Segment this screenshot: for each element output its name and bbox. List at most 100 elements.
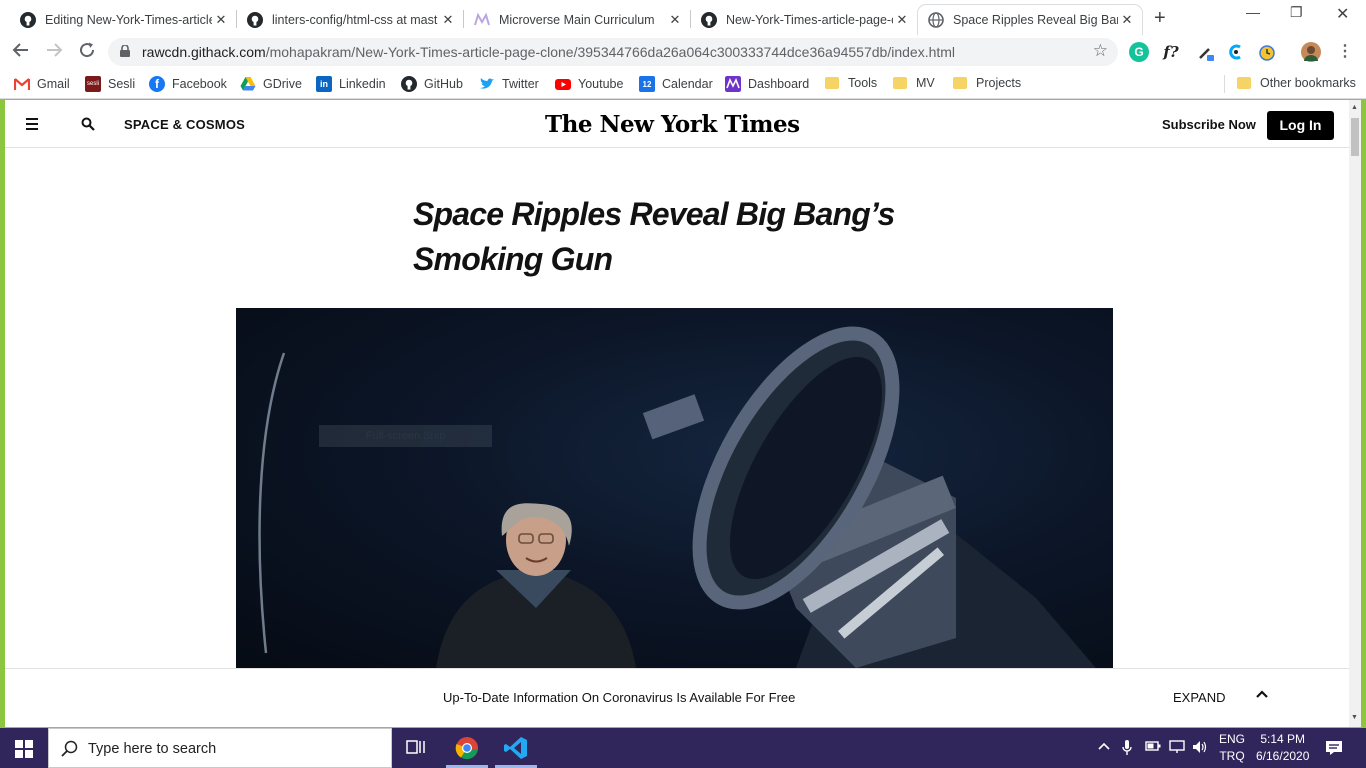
browser-tab[interactable]: Microverse Main Curriculum ✕ [464,5,690,35]
restore-button[interactable]: ❐ [1290,4,1303,21]
browser-tab-active[interactable]: Space Ripples Reveal Big Bang ✕ [918,5,1142,35]
bookmark-label: Other bookmarks [1260,76,1356,90]
hero-image: Full-screen Snip [236,308,1113,668]
bookmark-facebook[interactable]: f Facebook [149,76,227,92]
github-icon [401,76,417,92]
bookmark-calendar[interactable]: 12 Calendar [639,76,713,92]
globe-icon [928,12,944,28]
bookmark-github[interactable]: GitHub [401,76,463,92]
github-icon [701,12,717,28]
lock-icon [120,45,130,57]
scrollbar-thumb[interactable] [1351,118,1359,156]
browser-tab[interactable]: Editing New-York-Times-article ✕ [10,5,236,35]
taskbar-search-box[interactable]: Type here to search [48,728,392,768]
new-tab-button[interactable]: + [1154,7,1166,30]
notifications-icon[interactable] [1325,740,1343,756]
browser-tab[interactable]: New-York-Times-article-page-c ✕ [691,5,917,35]
system-clock[interactable]: 5:14 PM 6/16/2020 [1256,731,1309,765]
forward-button[interactable] [45,41,63,64]
alarm-clock-icon[interactable] [1257,42,1277,62]
folder-icon [893,77,907,89]
vscode-icon[interactable] [504,736,528,760]
page-viewport: SPACE & COSMOS The New York Times Subscr… [5,100,1349,727]
bookmarks-divider [1224,75,1225,93]
search-icon[interactable] [81,117,95,131]
bookmark-label: Linkedin [339,77,386,91]
youtube-icon [555,79,571,90]
other-bookmarks[interactable]: Other bookmarks [1237,76,1356,90]
bookmark-sesli[interactable]: sesli Sesli [85,76,135,92]
network-icon[interactable] [1169,740,1185,757]
bookmark-folder-projects[interactable]: Projects [953,76,1021,90]
scroll-down-arrow-icon[interactable]: ▼ [1351,714,1358,721]
profile-avatar[interactable] [1301,42,1321,62]
expand-button[interactable]: EXPAND [1173,690,1226,705]
bookmark-label: GitHub [424,77,463,91]
address-bar[interactable]: rawcdn.githack.com/mohapakram/New-York-T… [108,38,1118,66]
sesli-icon: sesli [85,76,101,92]
section-link[interactable]: SPACE & COSMOS [124,117,245,132]
close-icon[interactable]: ✕ [1118,12,1136,28]
chevron-up-icon[interactable] [1256,689,1268,699]
folder-icon [1237,77,1251,89]
bookmark-youtube[interactable]: Youtube [555,76,623,92]
login-button[interactable]: Log In [1267,111,1334,140]
subscribe-button[interactable]: Subscribe Now [1162,117,1256,132]
bookmark-label: GDrive [263,77,302,91]
github-icon [247,12,263,28]
font-finder-icon[interactable]: f? [1161,42,1181,62]
kebab-menu-icon[interactable]: ⋮ [1335,42,1355,62]
close-icon[interactable]: ✕ [666,12,684,28]
facebook-icon: f [149,76,165,92]
battery-icon[interactable] [1145,740,1161,755]
nyt-masthead: SPACE & COSMOS The New York Times Subscr… [5,100,1349,148]
chevron-up-icon[interactable] [1098,740,1110,754]
microphone-icon[interactable] [1122,740,1132,759]
task-view-icon[interactable] [406,740,426,756]
bookmarks-bar: Gmail sesli Sesli f Facebook GDrive in L… [0,69,1366,99]
input-language-indicator[interactable]: ENG TRQ [1219,731,1245,765]
eyedropper-icon[interactable] [1196,42,1216,62]
reload-button[interactable] [78,41,96,64]
scroll-up-arrow-icon[interactable]: ▲ [1351,104,1358,111]
bookmark-label: Sesli [108,77,136,91]
bookmark-folder-tools[interactable]: Tools [825,76,877,90]
tab-title: linters-config/html-css at mast [272,13,438,27]
folder-icon [953,77,967,89]
bookmark-twitter[interactable]: Twitter [479,76,539,92]
bookmark-gdrive[interactable]: GDrive [240,76,302,92]
volume-icon[interactable] [1192,740,1208,757]
close-icon[interactable]: ✕ [212,12,230,28]
clock-date: 6/16/2020 [1256,749,1310,763]
minimize-button[interactable]: — [1246,4,1260,20]
browser-tab[interactable]: linters-config/html-css at mast ✕ [237,5,463,35]
window-close-button[interactable]: ✕ [1336,4,1349,24]
url-text: rawcdn.githack.com/mohapakram/New-York-T… [142,44,955,60]
bookmark-label: MV [916,76,935,90]
headline-line-1: Space Ripples Reveal Big Bang’s [413,196,895,232]
chrome-icon[interactable] [455,736,479,760]
bookmark-gmail[interactable]: Gmail [14,76,70,92]
bookmark-dashboard[interactable]: Dashboard [725,76,809,92]
back-button[interactable] [12,41,30,64]
gmail-icon [14,78,30,90]
bookmark-linkedin[interactable]: in Linkedin [316,76,386,92]
twitter-icon [480,78,494,89]
bookmark-folder-mv[interactable]: MV [893,76,935,90]
grammarly-icon[interactable]: G [1129,42,1149,62]
dashboard-icon [725,76,741,92]
hamburger-menu-icon[interactable] [26,118,38,133]
close-icon[interactable]: ✕ [893,12,911,28]
windows-start-icon[interactable] [15,740,33,758]
bookmark-label: Tools [848,76,878,90]
headline-line-2: Smoking Gun [413,241,613,277]
bookmark-label: Calendar [662,77,713,91]
nyt-logo[interactable]: The New York Times [545,111,800,138]
tab-title: Space Ripples Reveal Big Bang [953,13,1118,27]
page-scrollbar[interactable]: ▲ ▼ [1349,100,1361,727]
bookmark-label: Facebook [172,77,227,91]
banner-message[interactable]: Up-To-Date Information On Coronavirus Is… [443,690,795,705]
close-icon[interactable]: ✕ [439,12,457,28]
clockify-icon[interactable] [1226,42,1246,62]
bookmark-star-icon[interactable]: ☆ [1093,41,1108,61]
